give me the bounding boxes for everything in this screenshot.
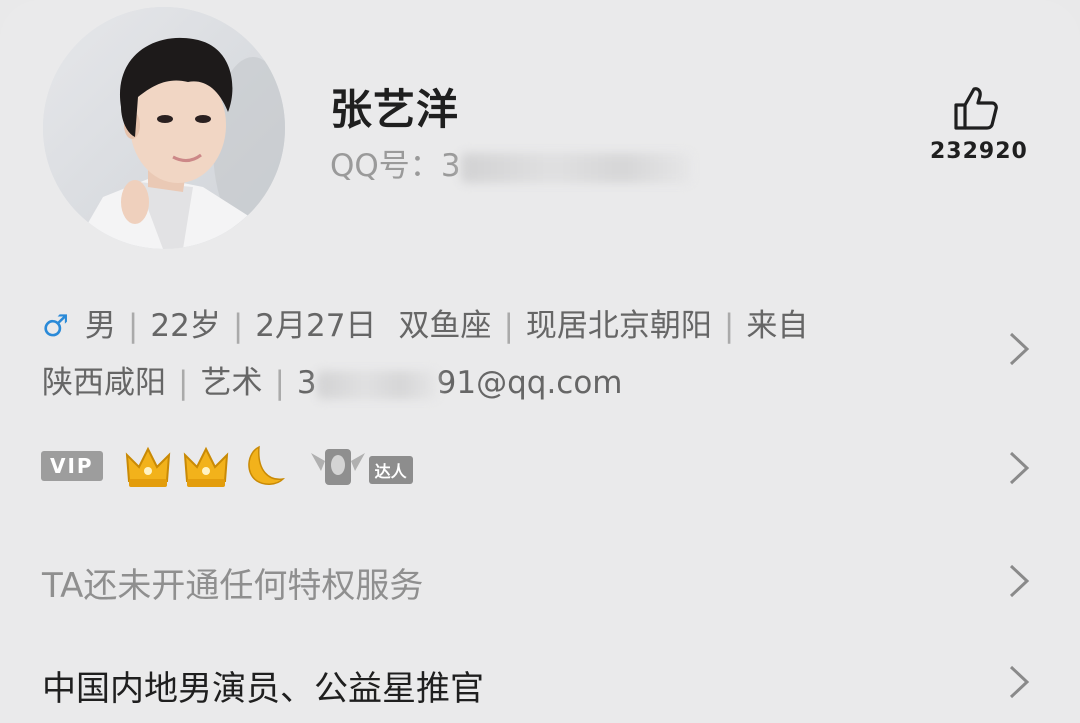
chevron-right-icon[interactable] — [1008, 450, 1030, 486]
residence: 现居北京朝阳 — [525, 308, 712, 344]
separator: | — [127, 308, 139, 344]
male-icon: ♂ — [42, 309, 69, 344]
like-count: 232920 — [930, 139, 1028, 164]
email-prefix: 3 — [296, 365, 317, 401]
separator: | — [723, 308, 735, 344]
qq-number: QQ号：3 — [330, 140, 691, 185]
chevron-right-icon[interactable] — [1008, 664, 1030, 700]
daren-badge: 达人 — [368, 456, 413, 484]
age: 22岁 — [150, 308, 221, 344]
like-button[interactable]: 232920 — [930, 85, 1028, 164]
separator: | — [178, 365, 189, 401]
chevron-right-icon[interactable] — [1008, 331, 1030, 367]
badge-row[interactable]: VIP 达人 — [41, 440, 413, 492]
email-redacted — [316, 370, 437, 399]
moon-icon — [247, 445, 285, 485]
crown-icon — [125, 446, 170, 487]
vip-badge: VIP — [41, 451, 103, 481]
qq-number-redacted — [460, 152, 691, 183]
info-line-1: ♂ 男 | 22岁 | 2月27日 双鱼座 | 现居北京朝阳 | 来自 — [42, 298, 942, 355]
qq-number-visible: 3 — [440, 148, 461, 184]
avatar-photo — [43, 7, 285, 249]
email-suffix: 91@qq.com — [436, 365, 623, 401]
penguin-wings-icon — [310, 449, 365, 485]
separator: | — [503, 308, 514, 344]
gender: 男 — [84, 308, 116, 344]
thumbs-up-icon — [954, 87, 998, 130]
info-line-2: 陕西咸阳 | 艺术 | 3 91@qq.com — [42, 355, 942, 412]
crown-icon — [183, 446, 228, 487]
zodiac: 双鱼座 — [398, 308, 492, 344]
chevron-right-icon[interactable] — [1008, 563, 1030, 599]
profile-name: 张艺洋 — [330, 85, 460, 134]
separator: | — [232, 308, 244, 344]
profession: 艺术 — [200, 365, 263, 401]
from-prefix: 来自 — [746, 308, 809, 344]
privilege-status[interactable]: TA还未开通任何特权服务 — [42, 558, 423, 607]
profile-card: 张艺洋 QQ号：3 232920 ♂ 男 | 22岁 | 2月27日 双鱼座 | 现居北京朝阳 |… — [0, 0, 1080, 723]
hometown: 陕西咸阳 — [42, 365, 166, 401]
separator: | — [274, 365, 285, 401]
birthday: 2月27日 — [255, 308, 377, 344]
avatar[interactable] — [43, 7, 285, 249]
qq-label: QQ号： — [330, 148, 441, 184]
profile-title[interactable]: 中国内地男演员、公益星推官 — [42, 661, 484, 710]
profile-info[interactable]: ♂ 男 | 22岁 | 2月27日 双鱼座 | 现居北京朝阳 | 来自 陕西咸阳 | 艺术 | 3 91@qq… — [42, 298, 942, 412]
